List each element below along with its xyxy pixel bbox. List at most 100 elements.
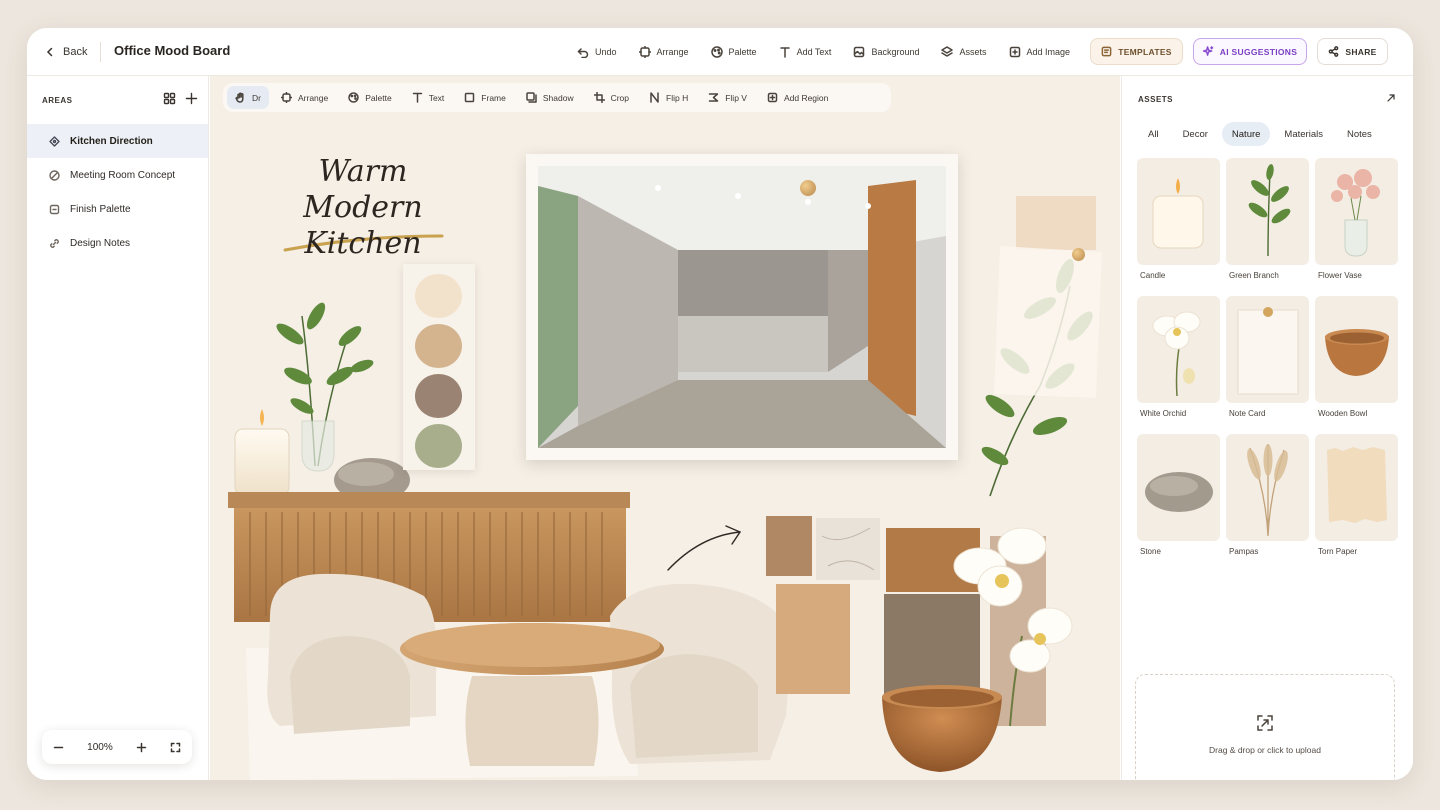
app-window: Back Office Mood Board Undo Arrange Pale… [27, 28, 1413, 780]
asset-thumbnail [1226, 296, 1309, 403]
upload-text: Drag & drop or click to upload [1209, 745, 1321, 755]
swatch-2 [415, 324, 462, 368]
area-item-kitchen-direction[interactable]: Kitchen Direction [27, 124, 208, 158]
hand-icon [235, 92, 244, 103]
text-icon [779, 47, 790, 58]
drag-tool[interactable]: Dr [227, 86, 269, 109]
palette-button[interactable]: Palette [710, 46, 757, 58]
collapse-icon[interactable] [1386, 93, 1396, 103]
divider [100, 42, 101, 62]
tab-notes[interactable]: Notes [1337, 122, 1382, 146]
asset-thumbnail [1315, 434, 1398, 541]
area-item-meeting-room-concept[interactable]: Meeting Room Concept [27, 158, 208, 192]
flip-horizontal-icon [650, 92, 659, 103]
asset-flower-vase[interactable]: Flower Vase [1315, 158, 1398, 280]
palette-tool[interactable]: Palette [340, 86, 399, 109]
tab-decor[interactable]: Decor [1173, 122, 1218, 146]
background-button[interactable]: Background [853, 46, 919, 58]
top-toolbar: Undo Arrange Palette Add Text Background… [577, 40, 1070, 64]
flip-vertical-icon [708, 93, 719, 102]
asset-candle[interactable]: Candle [1137, 158, 1220, 280]
shadow-icon [526, 92, 537, 103]
assets-panel: ASSETS All Decor Nature Materials Notes … [1121, 76, 1413, 780]
zoom-control: 100% [42, 730, 192, 764]
frame-tool[interactable]: Frame [456, 86, 514, 109]
arrange-button[interactable]: Arrange [638, 46, 689, 58]
arrange-icon [638, 46, 651, 58]
asset-thumbnail [1137, 296, 1220, 403]
asset-torn-paper[interactable]: Torn Paper [1315, 434, 1398, 556]
asset-thumbnail [1137, 434, 1220, 541]
undo-icon [577, 48, 589, 58]
assets-heading: ASSETS [1138, 95, 1174, 104]
add-image-button[interactable]: Add Image [1009, 46, 1070, 58]
area-item-finish-palette[interactable]: Finish Palette [27, 192, 208, 226]
flip-vertical-tool[interactable]: Flip V [700, 86, 755, 109]
mood-board-canvas[interactable]: Warm Modern Kitchen Dr Arrange Palette T… [210, 76, 1120, 780]
share-icon [1329, 46, 1339, 57]
asset-wooden-bowl[interactable]: Wooden Bowl [1315, 296, 1398, 418]
crop-icon [593, 92, 605, 103]
asset-stone[interactable]: Stone [1137, 434, 1220, 556]
asset-green-branch[interactable]: Green Branch [1226, 158, 1309, 280]
asset-note-card[interactable]: Note Card [1226, 296, 1309, 418]
tab-nature[interactable]: Nature [1221, 122, 1271, 146]
flip-horizontal-tool[interactable]: Flip H [641, 86, 696, 109]
shadow-tool[interactable]: Shadow [518, 86, 582, 109]
back-label: Back [63, 46, 88, 58]
note-pin [1072, 248, 1085, 261]
tab-all[interactable]: All [1138, 122, 1169, 146]
asset-thumbnail [1315, 158, 1398, 265]
image-icon [1009, 46, 1020, 58]
photo-pin [800, 180, 816, 196]
add-region-tool[interactable]: Add Region [759, 86, 836, 109]
asset-pampas[interactable]: Pampas [1226, 434, 1309, 556]
templates-button[interactable]: TEMPLATES [1090, 38, 1183, 65]
palette-swatch-card[interactable] [403, 264, 475, 470]
area-item-design-notes[interactable]: Design Notes [27, 226, 208, 260]
swatch-4 [415, 424, 462, 468]
text-icon [412, 92, 422, 103]
add-text-button[interactable]: Add Text [779, 46, 831, 58]
board-title[interactable]: Warm Modern Kitchen [258, 154, 468, 262]
chevron-left-icon [46, 47, 53, 57]
arrange-tool[interactable]: Arrange [273, 86, 336, 109]
asset-thumbnail [1137, 158, 1220, 265]
areas-actions [163, 92, 198, 105]
back-button[interactable]: Back [45, 40, 87, 64]
asset-thumbnail [1315, 296, 1398, 403]
add-region-icon [767, 92, 778, 103]
asset-thumbnail [1226, 434, 1309, 541]
upload-dropzone[interactable]: Drag & drop or click to upload [1135, 674, 1395, 780]
sparkle-icon [1202, 46, 1214, 56]
background-icon [854, 46, 865, 58]
swatch-1 [415, 274, 462, 318]
frame-icon [465, 92, 475, 103]
undo-button[interactable]: Undo [577, 46, 617, 58]
asset-category-tabs: All Decor Nature Materials Notes [1138, 122, 1382, 146]
link-icon [50, 238, 59, 248]
text-tool[interactable]: Text [404, 86, 453, 109]
asset-thumbnail [1226, 158, 1309, 265]
asset-white-orchid[interactable]: White Orchid [1137, 296, 1220, 418]
fit-screen-icon[interactable] [170, 742, 181, 753]
kitchen-photo[interactable] [526, 154, 958, 460]
crop-tool[interactable]: Crop [586, 86, 637, 109]
tab-materials[interactable]: Materials [1274, 122, 1333, 146]
ai-suggestions-button[interactable]: AI SUGGESTIONS [1193, 38, 1307, 65]
kitchen-photo-image [538, 166, 946, 448]
page-title: Office Mood Board [114, 43, 231, 58]
zoom-level: 100% [87, 741, 113, 753]
assets-button[interactable]: Assets [941, 46, 987, 58]
swatch-3 [415, 374, 462, 418]
swatch-icon [49, 204, 60, 214]
canvas-toolbar: Dr Arrange Palette Text Frame Shadow Cro… [223, 83, 891, 112]
zoom-out-icon[interactable] [53, 742, 64, 753]
areas-heading: AREAS [42, 96, 73, 105]
share-button[interactable]: SHARE [1317, 38, 1388, 65]
grid-view-icon[interactable] [163, 92, 176, 105]
zoom-in-icon[interactable] [136, 742, 147, 753]
upload-icon [1257, 715, 1273, 731]
template-icon [1101, 46, 1112, 57]
add-area-icon[interactable] [185, 92, 198, 105]
